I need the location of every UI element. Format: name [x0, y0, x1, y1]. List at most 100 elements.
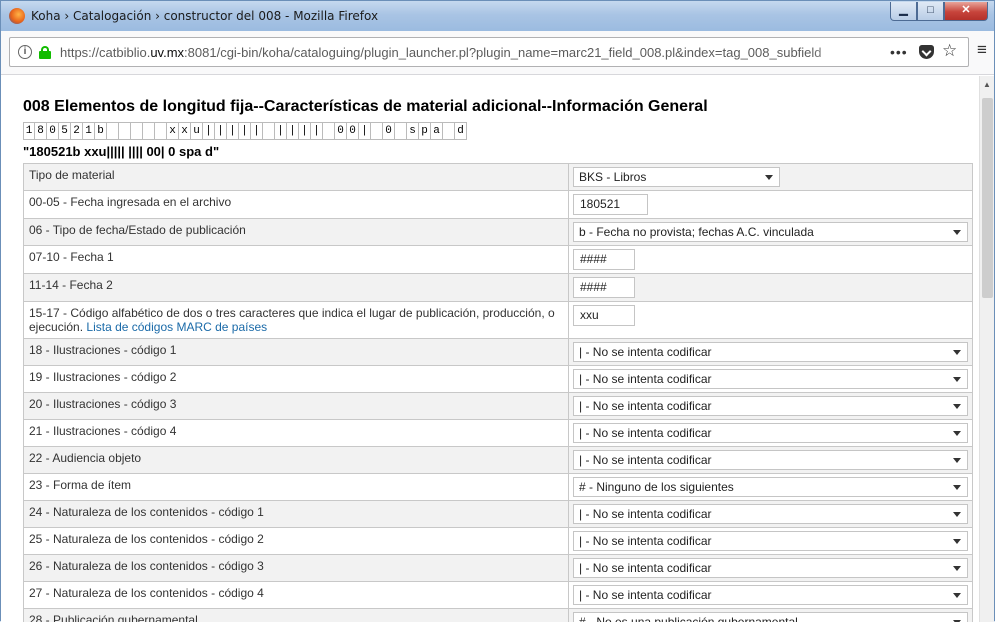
close-button[interactable]: ✕ [944, 2, 988, 21]
field-row: 00-05 - Fecha ingresada en el archivo 180… [23, 191, 973, 219]
field-row: 21 - Ilustraciones - código 4 | - No se i… [23, 420, 973, 447]
fixed-char-box [323, 122, 335, 140]
scroll-thumb[interactable] [982, 98, 993, 298]
fixed-char-box: 0 [47, 122, 59, 140]
field-select[interactable]: BKS - Libros [573, 167, 780, 187]
field-row: 11-14 - Fecha 2 #### [23, 274, 973, 302]
fixed-char-box [263, 122, 275, 140]
field-text-input[interactable]: xxu [573, 305, 635, 326]
field-label: 20 - Ilustraciones - código 3 [24, 393, 569, 419]
hamburger-menu-icon[interactable]: ≡ [977, 41, 987, 58]
dropdown-arrow-icon [953, 593, 961, 598]
fixed-char-box: 1 [83, 122, 95, 140]
field-label: 21 - Ilustraciones - código 4 [24, 420, 569, 446]
fixed-char-box: | [239, 122, 251, 140]
fixed-char-box: 8 [35, 122, 47, 140]
field-label: 22 - Audiencia objeto [24, 447, 569, 473]
scroll-up-arrow-icon[interactable]: ▲ [983, 80, 991, 89]
fixed-char-box: | [311, 122, 323, 140]
fixed-char-box: p [419, 122, 431, 140]
info-icon[interactable]: i [18, 45, 32, 59]
window-controls: ▁ □ ✕ [890, 2, 988, 22]
field-select[interactable]: | - No se intenta codificar [573, 585, 968, 605]
field-select[interactable]: | - No se intenta codificar [573, 450, 968, 470]
dropdown-arrow-icon [953, 512, 961, 517]
fixed-char-box: | [215, 122, 227, 140]
field-row: 18 - Ilustraciones - código 1 | - No se i… [23, 339, 973, 366]
field-select[interactable]: | - No se intenta codificar [573, 423, 968, 443]
bookmark-star-icon[interactable]: ☆ [942, 41, 957, 61]
dropdown-arrow-icon [953, 458, 961, 463]
fixed-char-box [107, 122, 119, 140]
field-select[interactable]: # - Ninguno de los siguientes [573, 477, 968, 497]
field-label: 07-10 - Fecha 1 [24, 246, 569, 273]
field-row: 26 - Naturaleza de los contenidos - códi… [23, 555, 973, 582]
field-row: 07-10 - Fecha 1 #### [23, 246, 973, 274]
field-row: 25 - Naturaleza de los contenidos - códi… [23, 528, 973, 555]
field-label: 18 - Ilustraciones - código 1 [24, 339, 569, 365]
fixed-char-box: 5 [59, 122, 71, 140]
fixed-char-box: x [167, 122, 179, 140]
fixed-char-box: 0 [383, 122, 395, 140]
dropdown-arrow-icon [953, 431, 961, 436]
fixed-char-box [395, 122, 407, 140]
vertical-scrollbar[interactable]: ▲ [979, 76, 994, 622]
field-text-input[interactable]: #### [573, 277, 635, 298]
fixed-char-box: 1 [23, 122, 35, 140]
field-label: 11-14 - Fecha 2 [24, 274, 569, 301]
field-row: 06 - Tipo de fecha/Estado de publicación… [23, 219, 973, 246]
field-row: 23 - Forma de ítem # - Ninguno de los sig… [23, 474, 973, 501]
field-select[interactable]: | - No se intenta codificar [573, 369, 968, 389]
navigation-bar: i https://catbiblio.uv.mx:8081/cgi-bin/k… [1, 31, 994, 75]
field-label: 19 - Ilustraciones - código 2 [24, 366, 569, 392]
field-row: 22 - Audiencia objeto | - No se intenta c… [23, 447, 973, 474]
maximize-button[interactable]: □ [917, 2, 944, 21]
dropdown-arrow-icon [953, 230, 961, 235]
fixed-char-box: d [455, 122, 467, 140]
field-select[interactable]: | - No se intenta codificar [573, 396, 968, 416]
field-label: Tipo de material [24, 164, 569, 190]
field-select[interactable]: | - No se intenta codificar [573, 558, 968, 578]
minimize-button[interactable]: ▁ [890, 2, 917, 21]
field-row: 27 - Naturaleza de los contenidos - códi… [23, 582, 973, 609]
country-codes-link[interactable]: Lista de códigos MARC de países [86, 320, 267, 334]
field-row: 24 - Naturaleza de los contenidos - códi… [23, 501, 973, 528]
page-content: 008 Elementos de longitud fija--Caracter… [1, 76, 979, 622]
fixed-char-box: b [95, 122, 107, 140]
field-select[interactable]: | - No se intenta codificar [573, 531, 968, 551]
fixed-char-box: | [275, 122, 287, 140]
fixed-char-box: a [431, 122, 443, 140]
field-row: 28 - Publicación gubernamental # - No es … [23, 609, 973, 622]
fixed-char-box: | [227, 122, 239, 140]
lock-icon[interactable] [39, 46, 51, 59]
dropdown-arrow-icon [953, 404, 961, 409]
fixed-char-box: 2 [71, 122, 83, 140]
field-select[interactable]: | - No se intenta codificar [573, 342, 968, 362]
field-label: 15-17 - Código alfabético de dos o tres … [24, 302, 569, 338]
dropdown-arrow-icon [953, 350, 961, 355]
field-label: 26 - Naturaleza de los contenidos - códi… [24, 555, 569, 581]
field-label: 28 - Publicación gubernamental [24, 609, 569, 622]
field-label: 25 - Naturaleza de los contenidos - códi… [24, 528, 569, 554]
field-select[interactable]: b - Fecha no provista; fechas A.C. vincu… [573, 222, 968, 242]
field-text-input[interactable]: #### [573, 249, 635, 270]
field-table: Tipo de material BKS - Libros 00-05 - Fech… [23, 163, 973, 622]
pocket-icon[interactable] [919, 45, 934, 59]
field-row: 20 - Ilustraciones - código 3 | - No se i… [23, 393, 973, 420]
fixed-char-box [155, 122, 167, 140]
fixed-char-box: | [299, 122, 311, 140]
field-label: 00-05 - Fecha ingresada en el archivo [24, 191, 569, 218]
page-actions-icon[interactable]: ••• [890, 44, 908, 60]
field-row: 19 - Ilustraciones - código 2 | - No se i… [23, 366, 973, 393]
firefox-logo-icon [9, 8, 25, 24]
field-select[interactable]: | - No se intenta codificar [573, 504, 968, 524]
fixed-char-box: s [407, 122, 419, 140]
url-bar[interactable]: i https://catbiblio.uv.mx:8081/cgi-bin/k… [9, 37, 969, 67]
fixed-char-box: | [251, 122, 263, 140]
fixed-char-box: 0 [347, 122, 359, 140]
fixed-field-characters: 180521b x x u | | | | | | | | | 0 0 | 0 spa d [23, 122, 467, 140]
window-title: Koha › Catalogación › constructor del 00… [31, 9, 379, 23]
field-text-input[interactable]: 180521 [573, 194, 648, 215]
fixed-field-string: "180521b xxu||||| |||| 00| 0 spa d" [23, 144, 220, 159]
url-text[interactable]: https://catbiblio.uv.mx:8081/cgi-bin/koh… [60, 45, 860, 60]
